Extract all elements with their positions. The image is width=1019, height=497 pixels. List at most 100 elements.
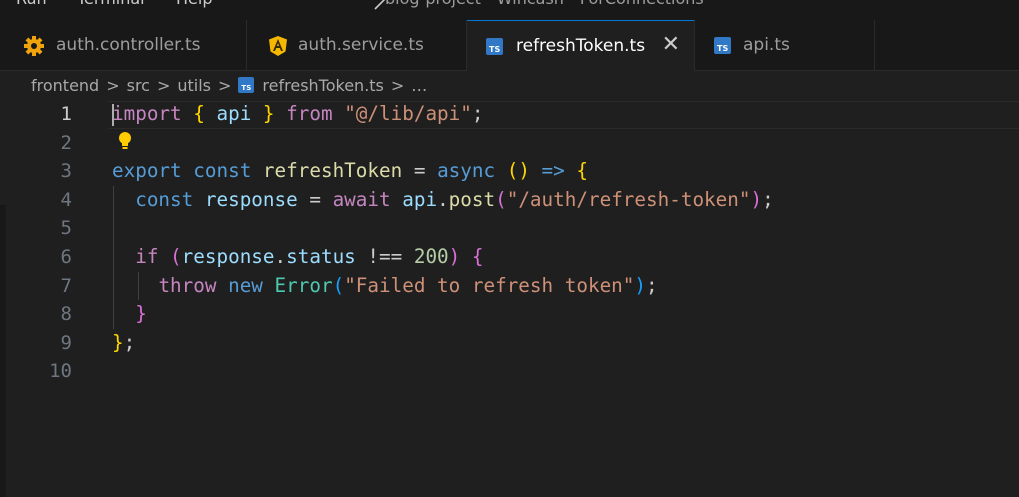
token: { [576,159,588,183]
token: ; [471,102,484,125]
breadcrumb-separator: > [218,75,232,95]
token: { [193,102,205,125]
line-number: 5 [60,217,72,240]
code-editor[interactable]: 1 2 3 4 5 6 7 8 9 10 import { api } from… [0,100,1019,497]
token: ( [495,187,507,211]
tab-auth-controller[interactable]: auth.controller.ts [0,20,247,70]
gear-icon [24,36,44,56]
token: ; [646,273,658,297]
tab-auth-service[interactable]: auth.service.ts [247,20,467,70]
token: "@/lib/api" [344,102,472,125]
token: "Failed to refresh token" [344,273,635,297]
menu-item-terminal[interactable]: Terminal [77,0,145,8]
token: new [228,273,263,297]
token: ( [170,245,182,268]
code-line-6[interactable]: if (response.status !== 200) { [112,243,484,272]
code-line-3[interactable]: export const refreshToken = async () => … [112,157,588,186]
tab-label: refreshToken.ts [516,36,646,56]
breadcrumb-item-symbols[interactable]: … [411,76,427,95]
code-line-4[interactable]: const response = await api.post("/auth/r… [112,186,774,215]
tab-label: auth.service.ts [298,35,424,55]
editor-tab-bar: auth.controller.ts auth.service.ts TS re… [0,20,1019,71]
line-number: 8 [60,303,72,326]
angular-icon [269,36,287,56]
code-line-7[interactable]: throw new Error("Failed to refresh token… [112,272,658,301]
token: ) [750,187,763,211]
line-number: 6 [60,246,72,268]
window-title[interactable]: blog-project - Wincash - ForConnections [385,0,704,8]
token: import [112,102,182,125]
line-number: 1 [60,103,72,125]
token: () [506,159,530,183]
breadcrumb: frontend > src > utils > TS refreshToken… [31,72,427,98]
token: api [402,187,438,211]
token: if [135,245,159,268]
token: status [286,245,356,268]
breadcrumb-item-file[interactable]: refreshToken.ts [262,76,383,95]
tab-refresh-token[interactable]: TS refreshToken.ts ✕ [467,20,695,71]
line-number: 2 [60,131,72,154]
token: ) [634,273,647,297]
token: { [471,245,484,268]
breadcrumb-item-src[interactable]: src [127,76,150,95]
menu-item-run[interactable]: Run [16,0,47,8]
tab-label: api.ts [743,35,790,55]
token: const [193,159,252,183]
token: ( [332,273,345,297]
breadcrumb-separator: > [390,75,405,95]
token: . [274,245,287,268]
lightbulb-icon[interactable] [117,131,133,151]
token: const [135,187,194,211]
token: !== [355,245,414,268]
breadcrumb-item-frontend[interactable]: frontend [31,76,99,95]
token: } [135,302,147,326]
token: post [448,187,496,211]
tab-api[interactable]: TS api.ts [695,20,875,70]
token: async [437,159,496,183]
token: "/auth/refresh-token" [506,187,751,211]
token: => [541,159,565,183]
token: ) [448,245,461,268]
line-number: 10 [49,360,72,383]
token: 200 [413,245,449,268]
breadcrumb-separator: > [106,75,120,95]
menu-bar: Run Terminal Help blog-project - Wincash… [0,0,1019,20]
code-line-8[interactable]: } [112,300,147,329]
token: ; [123,330,136,354]
ts-file-icon: TS [714,37,731,54]
token: = [297,187,333,211]
token: await [332,187,391,211]
close-icon[interactable]: ✕ [662,34,680,56]
text-cursor [112,104,114,126]
menu-item-help[interactable]: Help [176,0,212,8]
token: = [402,159,438,183]
code-line-1[interactable]: import { api } from "@/lib/api"; [112,100,484,129]
breadcrumb-item-utils[interactable]: utils [177,76,211,95]
token: response [181,245,275,268]
token: throw [158,273,217,297]
token: api [216,102,252,125]
token: } [262,102,275,125]
token: from [286,102,333,125]
ts-file-icon: TS [486,38,503,55]
code-line-9[interactable]: }; [112,329,135,358]
token: } [112,330,124,354]
line-number: 4 [60,188,72,211]
line-number: 7 [60,274,72,297]
